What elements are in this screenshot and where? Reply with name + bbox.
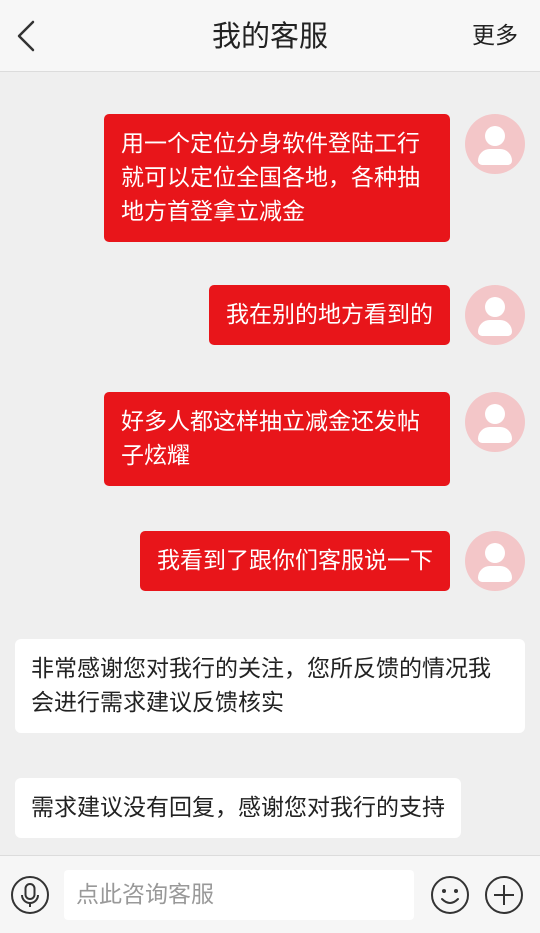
more-button[interactable]: 更多	[472, 0, 518, 72]
service-message-bubble[interactable]: 需求建议没有回复，感谢您对我行的支持	[15, 778, 461, 838]
message-line: 非常感谢您对我行的关注，您所反馈的情况我	[31, 656, 491, 682]
user-message-bubble[interactable]: 用一个定位分身软件登陆工行 就可以定位全国各地，各种抽 地方首登拿立减金	[104, 114, 450, 242]
user-avatar[interactable]	[465, 392, 525, 452]
consult-input[interactable]	[64, 870, 414, 920]
user-message-bubble[interactable]: 好多人都这样抽立减金还发帖 子炫耀	[104, 392, 450, 486]
message-line: 子炫耀	[121, 443, 190, 469]
message-line: 地方首登拿立减金	[121, 199, 305, 225]
user-avatar[interactable]	[465, 531, 525, 591]
emoji-icon[interactable]	[430, 875, 470, 915]
top-bar: 我的客服 更多	[0, 0, 540, 72]
input-bar	[0, 855, 540, 933]
message-line: 需求建议没有回复，感谢您对我行的支持	[31, 795, 445, 821]
user-message: 好多人都这样抽立减金还发帖 子炫耀	[104, 392, 525, 486]
user-message: 用一个定位分身软件登陆工行 就可以定位全国各地，各种抽 地方首登拿立减金	[104, 114, 525, 242]
user-avatar[interactable]	[465, 285, 525, 345]
user-message-bubble[interactable]: 我看到了跟你们客服说一下	[140, 531, 450, 591]
user-message-bubble[interactable]: 我在别的地方看到的	[209, 285, 450, 345]
microphone-icon[interactable]	[10, 875, 50, 915]
message-line: 我在别的地方看到的	[226, 302, 433, 328]
message-line: 就可以定位全国各地，各种抽	[121, 165, 420, 191]
user-avatar[interactable]	[465, 114, 525, 174]
user-message: 我看到了跟你们客服说一下	[140, 531, 525, 591]
message-line: 用一个定位分身软件登陆工行	[121, 131, 420, 157]
message-line: 会进行需求建议反馈核实	[31, 690, 284, 716]
message-line: 好多人都这样抽立减金还发帖	[121, 409, 420, 435]
message-line: 我看到了跟你们客服说一下	[157, 548, 433, 574]
service-message-bubble[interactable]: 非常感谢您对我行的关注，您所反馈的情况我 会进行需求建议反馈核实	[15, 639, 525, 733]
user-message: 我在别的地方看到的	[209, 285, 525, 345]
plus-icon[interactable]	[484, 875, 524, 915]
chat-area[interactable]: 用一个定位分身软件登陆工行 就可以定位全国各地，各种抽 地方首登拿立减金 我在别…	[0, 72, 540, 855]
page-title: 我的客服	[211, 19, 328, 53]
